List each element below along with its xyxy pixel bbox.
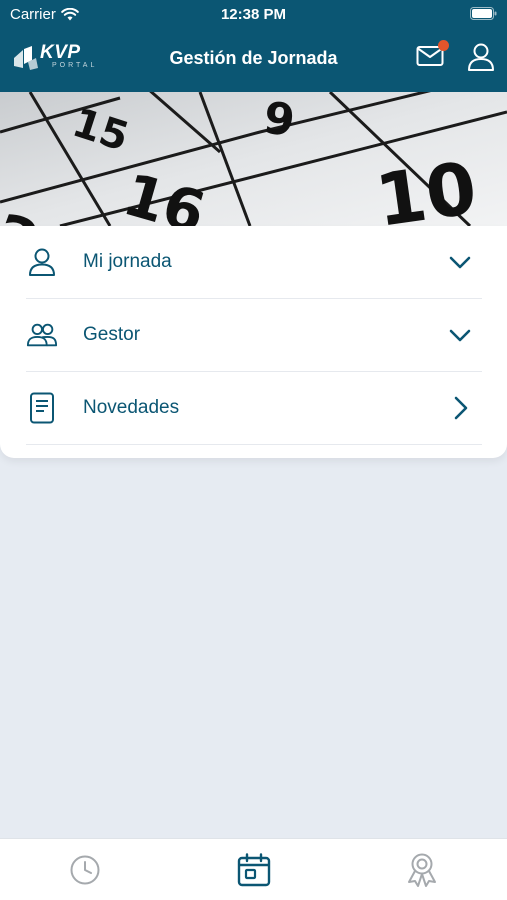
chevron-down-icon[interactable] <box>446 321 474 349</box>
calendar-icon <box>237 853 271 887</box>
clock-time: 12:38 PM <box>220 6 287 23</box>
battery-icon <box>470 7 497 20</box>
calendar-photo: 15 16 9 10 2 <box>0 92 507 226</box>
menu-item-novedades[interactable]: Novedades <box>26 372 482 445</box>
mail-button[interactable] <box>416 40 449 72</box>
tab-award[interactable] <box>405 853 439 887</box>
menu-item-label: Gestor <box>83 324 141 345</box>
profile-button[interactable] <box>466 42 496 72</box>
menu-item-label: Mi jornada <box>83 251 172 272</box>
notification-badge <box>438 40 449 51</box>
hero-calendar-image: 15 16 9 10 2 <box>0 92 507 226</box>
award-icon <box>408 853 436 887</box>
menu-card: Mi jornada Gestor Novedades <box>0 226 507 458</box>
tab-calendar[interactable] <box>237 853 271 887</box>
svg-text:10: 10 <box>371 146 482 226</box>
tab-bar <box>0 838 507 900</box>
tab-clock[interactable] <box>68 853 102 887</box>
document-icon <box>26 392 58 424</box>
status-bar: Carrier 12:38 PM <box>0 0 507 28</box>
clock-icon <box>70 855 100 885</box>
menu-item-gestor[interactable]: Gestor <box>26 299 482 372</box>
menu-item-mi-jornada[interactable]: Mi jornada <box>26 226 482 299</box>
navigation-bar: KVP PORTAL Gestión de Jornada <box>0 28 507 92</box>
menu-item-label: Novedades <box>83 397 180 418</box>
user-icon <box>468 43 494 71</box>
people-icon <box>26 319 58 351</box>
chevron-down-icon[interactable] <box>446 248 474 276</box>
chevron-right-icon[interactable] <box>446 394 474 422</box>
person-icon <box>26 246 58 278</box>
